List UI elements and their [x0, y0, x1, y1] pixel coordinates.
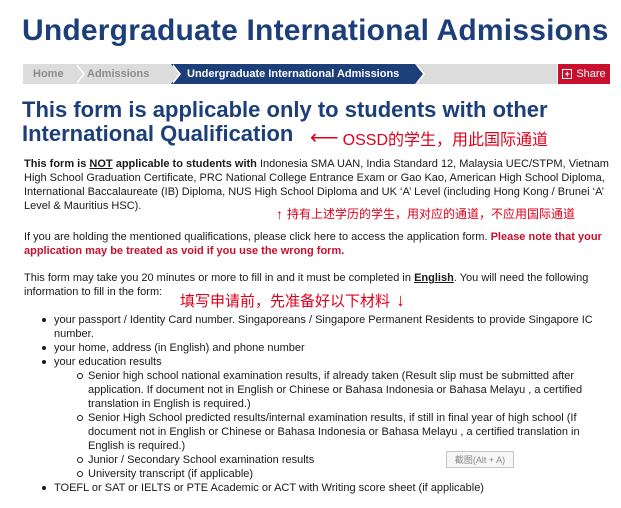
screenshot-tooltip: 截图(Alt + A): [446, 451, 514, 468]
breadcrumb-admissions-label: Admissions: [87, 68, 150, 80]
para1-prefix: This form is: [24, 158, 90, 170]
para2-prefix: If you are holding the mentioned qualifi…: [24, 231, 314, 243]
share-button[interactable]: + Share: [558, 64, 610, 84]
share-label: Share: [576, 68, 606, 80]
annotation-ossd-text: OSSD的学生，用此国际通道: [342, 132, 549, 149]
sublist-item: Junior / Secondary School examination re…: [76, 453, 612, 467]
annotation-prepare-text: 填写申请前，先准备好以下材料: [180, 293, 391, 310]
annotation-other-channel-text: 持有上述学历的学生，用对应的通道，不应用国际通道: [287, 207, 576, 221]
plus-icon: +: [562, 69, 573, 79]
requirements-list: your passport / Identity Card number. Si…: [40, 313, 612, 495]
para3-lang: English: [414, 272, 454, 284]
list-item: TOEFL or SAT or IELTS or PTE Academic or…: [40, 481, 612, 495]
annotation-other-channel: ↑ 持有上述学历的学生，用对应的通道，不应用国际通道: [276, 205, 575, 222]
breadcrumb-home[interactable]: Home: [23, 64, 85, 84]
sublist-item: Senior High School predicted results/int…: [76, 411, 612, 453]
breadcrumb: Home Admissions Undergraduate Internatio…: [23, 64, 425, 84]
sublist-item: Senior high school national examination …: [76, 369, 612, 411]
list-item-education: your education results Senior high schoo…: [40, 355, 612, 481]
instructions-paragraph: If you are holding the mentioned qualifi…: [24, 230, 614, 258]
arrow-down-icon: ↓: [396, 290, 406, 310]
breadcrumb-current-label: Undergraduate International Admissions: [187, 68, 400, 80]
breadcrumb-current: Undergraduate International Admissions: [171, 64, 425, 84]
list-item: your home, address (in English) and phon…: [40, 341, 612, 355]
page-title: Undergraduate International Admissions: [22, 14, 609, 47]
list-item-label: your education results: [54, 356, 162, 368]
arrow-left-icon: ⟵: [310, 127, 339, 149]
para3-prefix: This form may take you 20 minutes or mor…: [24, 272, 415, 284]
para1-mid: applicable to students with: [112, 158, 257, 170]
para2-suffix: to access the application form.: [335, 231, 491, 243]
here-link[interactable]: here: [314, 231, 336, 243]
list-item: your passport / Identity Card number. Si…: [40, 313, 612, 341]
breadcrumb-admissions[interactable]: Admissions: [75, 64, 181, 84]
sublist-item: University transcript (if applicable): [76, 467, 612, 481]
annotation-ossd: ⟵ OSSD的学生，用此国际通道: [310, 126, 548, 150]
para1-not: NOT: [89, 158, 113, 170]
education-sublist: Senior high school national examination …: [76, 369, 612, 481]
breadcrumb-home-label: Home: [33, 68, 64, 80]
breadcrumb-bar-fill: [415, 64, 557, 84]
arrow-up-icon: ↑: [276, 205, 283, 222]
annotation-prepare: 填写申请前，先准备好以下材料 ↓: [180, 290, 405, 311]
